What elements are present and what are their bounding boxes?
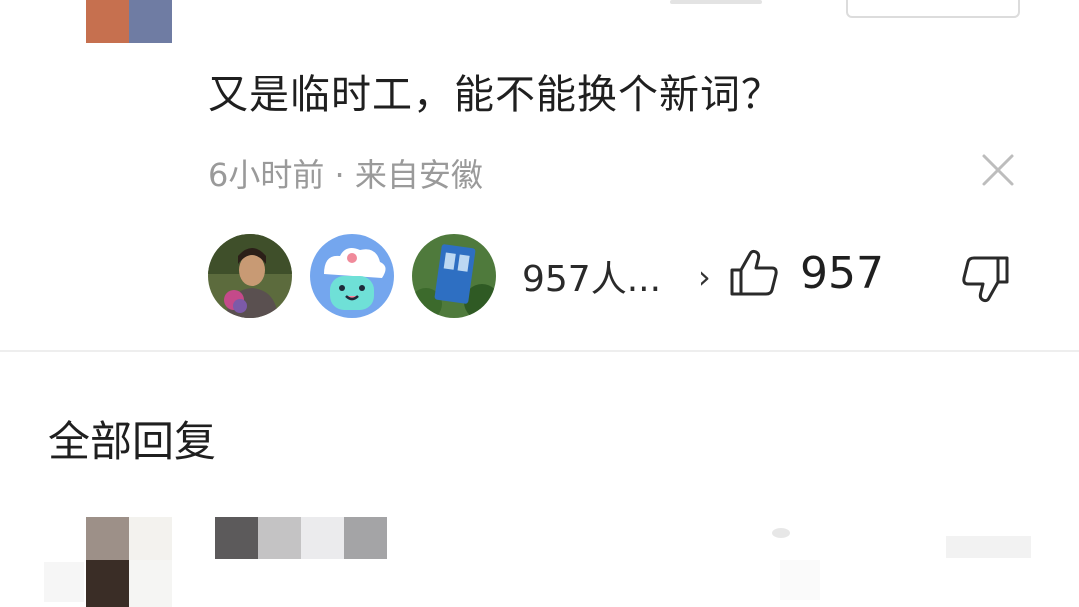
thumbs-down-icon[interactable] <box>960 254 1010 304</box>
follow-button[interactable] <box>846 0 1020 18</box>
reply-avatar[interactable] <box>86 517 172 607</box>
comment-meta: 6小时前 · 来自安徽 <box>208 156 483 194</box>
avatar-pixel <box>86 560 129 607</box>
comment-text: 又是临时工，能不能换个新词？ <box>208 72 782 118</box>
avatar-pixel <box>86 0 129 43</box>
blurred-region <box>772 528 790 538</box>
blurred-region <box>780 560 820 600</box>
name-pixel <box>301 517 344 559</box>
thumbs-up-icon[interactable] <box>728 248 780 298</box>
close-icon[interactable] <box>978 150 1018 190</box>
liker-avatar[interactable] <box>310 234 394 318</box>
liker-avatar[interactable] <box>208 234 292 318</box>
avatar-pixel <box>129 0 172 43</box>
blurred-region <box>946 536 1031 558</box>
like-count: 957 <box>800 248 884 299</box>
name-pixel <box>258 517 301 559</box>
chevron-right-icon[interactable]: › <box>698 258 711 296</box>
section-divider <box>0 350 1079 352</box>
header-fragment <box>670 0 762 4</box>
blurred-region <box>44 562 84 602</box>
all-replies-heading: 全部回复 <box>48 417 217 466</box>
avatar-pixel <box>86 517 129 560</box>
cartoon-avatar-icon <box>310 234 394 318</box>
name-pixel <box>215 517 258 559</box>
likers-summary[interactable]: 957人... <box>522 250 661 302</box>
phone-booth-photo-icon <box>412 234 496 318</box>
avatar-pixel <box>129 560 172 607</box>
person-photo-icon <box>208 234 292 318</box>
reply-username[interactable] <box>215 517 387 559</box>
name-pixel <box>344 517 387 559</box>
commenter-avatar[interactable] <box>86 0 172 43</box>
liker-avatar[interactable] <box>412 234 496 318</box>
avatar-pixel <box>129 517 172 560</box>
